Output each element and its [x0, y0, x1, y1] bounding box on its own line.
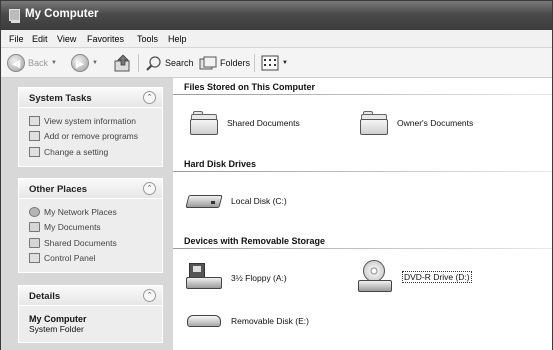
toolbar-separator — [254, 54, 255, 72]
window-title: My Computer — [25, 8, 99, 20]
item-owners-documents[interactable]: Owner's Documents — [359, 110, 473, 136]
system-tasks-panel: System Tasks ⌃ View system information A… — [18, 87, 163, 167]
folders-button[interactable]: Folders — [199, 52, 250, 74]
task-pane: System Tasks ⌃ View system information A… — [1, 78, 173, 350]
control-panel-icon — [29, 253, 40, 264]
system-tasks-header[interactable]: System Tasks ⌃ — [19, 88, 162, 108]
group-divider — [173, 94, 552, 95]
place-label: Shared Documents — [44, 237, 117, 248]
group-header-files: Files Stored on This Computer — [184, 82, 316, 92]
item-removable-disk-e[interactable]: Removable Disk (E:) — [185, 310, 309, 332]
menu-view[interactable]: View — [57, 34, 76, 44]
task-label: Change a setting — [44, 146, 109, 157]
item-label: DVD-R Drive (D:) — [402, 271, 472, 283]
system-tasks-list: View system information Add or remove pr… — [19, 108, 162, 166]
other-places-title: Other Places — [29, 184, 88, 195]
place-label: My Documents — [44, 222, 101, 233]
toolbar: ◀ Back ▼ ▶ ▼ Search Folders ▼ — [1, 48, 552, 78]
task-view-system-information[interactable]: View system information — [29, 113, 154, 129]
system-tasks-title: System Tasks — [29, 93, 92, 104]
task-change-setting[interactable]: Change a setting — [29, 144, 154, 160]
place-control-panel[interactable]: Control Panel — [29, 251, 154, 267]
search-icon — [146, 55, 161, 71]
collapse-chevron-icon[interactable]: ⌃ — [143, 91, 156, 104]
item-shared-documents[interactable]: Shared Documents — [189, 110, 300, 136]
details-body: My Computer System Folder — [19, 306, 162, 340]
chevron-down-icon: ▼ — [51, 60, 57, 66]
toolbar-separator — [138, 54, 139, 72]
item-dvd-r-drive-d[interactable]: DVD-R Drive (D:) — [356, 260, 472, 294]
collapse-chevron-icon[interactable]: ⌃ — [143, 289, 156, 302]
group-header-hard-disk-drives: Hard Disk Drives — [184, 159, 257, 169]
place-shared-documents[interactable]: Shared Documents — [29, 235, 154, 251]
details-type: System Folder — [29, 324, 84, 334]
computer-icon — [9, 9, 20, 23]
views-button[interactable]: ▼ — [261, 52, 288, 74]
network-places-icon — [29, 206, 40, 217]
group-divider — [173, 248, 552, 249]
task-label: View system information — [44, 115, 136, 126]
place-label: Control Panel — [44, 253, 96, 264]
menu-edit[interactable]: Edit — [32, 34, 48, 44]
menu-tools[interactable]: Tools — [137, 34, 158, 44]
folder-icon — [189, 110, 219, 136]
folders-button-label: Folders — [220, 58, 251, 68]
place-label: My Network Places — [44, 206, 117, 217]
other-places-panel: Other Places ⌃ My Network Places My Docu… — [18, 178, 163, 273]
back-button-label: Back — [28, 58, 49, 68]
control-panel-icon — [29, 146, 40, 157]
back-arrow-icon: ◀ — [7, 54, 25, 72]
dvd-drive-icon — [356, 260, 394, 294]
folder-view: Files Stored on This Computer Shared Doc… — [173, 78, 552, 350]
add-remove-programs-icon — [29, 131, 40, 142]
task-add-remove-programs[interactable]: Add or remove programs — [29, 129, 154, 145]
menu-favorites[interactable]: Favorites — [87, 34, 124, 44]
details-name: My Computer — [29, 314, 87, 324]
item-label: Shared Documents — [227, 118, 300, 128]
details-header[interactable]: Details ⌃ — [19, 286, 162, 306]
item-label: Owner's Documents — [397, 118, 474, 128]
removable-disk-icon — [185, 310, 223, 332]
search-button-label: Search — [165, 58, 194, 68]
my-documents-icon — [29, 222, 40, 233]
details-panel: Details ⌃ My Computer System Folder — [18, 285, 163, 343]
views-icon — [261, 55, 279, 71]
item-label: 3½ Floppy (A:) — [231, 273, 287, 283]
item-label: Local Disk (C:) — [231, 196, 287, 206]
group-header-removable-storage: Devices with Removable Storage — [184, 236, 326, 246]
place-my-network-places[interactable]: My Network Places — [29, 204, 154, 220]
floppy-drive-icon — [185, 263, 223, 293]
item-floppy-a[interactable]: 3½ Floppy (A:) — [185, 263, 287, 293]
collapse-chevron-icon[interactable]: ⌃ — [143, 182, 156, 195]
other-places-list: My Network Places My Documents Shared Do… — [19, 199, 162, 272]
menu-help[interactable]: Help — [168, 34, 187, 44]
hard-disk-icon — [185, 190, 223, 212]
up-folder-icon — [114, 54, 130, 72]
search-button[interactable]: Search — [145, 52, 194, 74]
group-divider — [173, 171, 552, 172]
forward-button[interactable]: ▶ ▼ — [71, 52, 98, 74]
item-label: Removable Disk (E:) — [231, 316, 309, 326]
explorer-window: My Computer File Edit View Favorites Too… — [0, 0, 553, 350]
item-local-disk-c[interactable]: Local Disk (C:) — [185, 190, 287, 212]
back-button[interactable]: ◀ Back ▼ — [7, 52, 57, 74]
shared-documents-icon — [29, 237, 40, 248]
system-information-icon — [29, 115, 40, 126]
folder-icon — [359, 110, 389, 136]
other-places-header[interactable]: Other Places ⌃ — [19, 179, 162, 199]
details-title: Details — [29, 291, 61, 302]
menu-bar: File Edit View Favorites Tools Help — [1, 30, 552, 48]
menu-file[interactable]: File — [9, 34, 24, 44]
title-bar[interactable]: My Computer — [1, 1, 552, 30]
chevron-down-icon: ▼ — [282, 60, 288, 66]
place-my-documents[interactable]: My Documents — [29, 220, 154, 236]
up-folder-button[interactable] — [113, 52, 133, 74]
chevron-down-icon: ▼ — [92, 60, 98, 66]
task-label: Add or remove programs — [44, 131, 139, 142]
folders-icon — [199, 56, 217, 70]
forward-arrow-icon: ▶ — [71, 54, 89, 72]
